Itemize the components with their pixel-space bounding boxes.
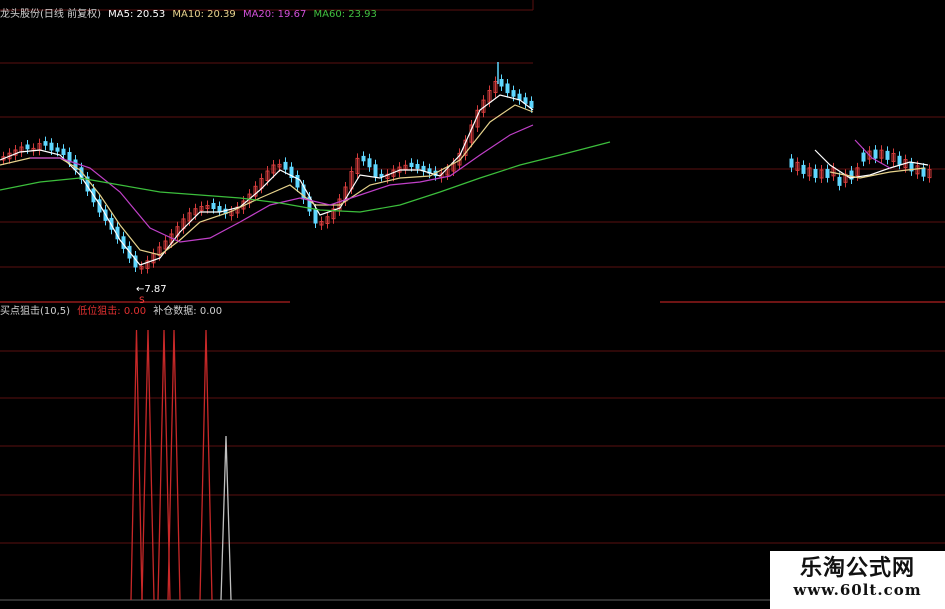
watermark-title: 乐淘公式网 <box>799 555 915 581</box>
candle-body <box>921 167 926 177</box>
signal-marker: S <box>139 296 145 306</box>
ma20-line <box>854 139 891 169</box>
indicator-name: 买点狙击(10,5) <box>0 306 71 317</box>
candle-body <box>43 141 48 146</box>
signal-spike <box>167 329 181 601</box>
candle-body <box>379 173 384 177</box>
candle-body <box>283 161 288 170</box>
watermark: 乐淘公式网 www.60lt.com <box>770 551 945 609</box>
low-signal-label: 低位狙击: 0.00 <box>77 306 147 317</box>
candle-body <box>415 164 420 169</box>
replenish-label: 补仓数据: 0.00 <box>153 306 223 317</box>
stock-name: 龙头股份(日线 前复权) <box>0 9 101 20</box>
moving-averages <box>0 94 929 266</box>
candle-body <box>409 162 414 168</box>
low-price-label: ←7.87 <box>136 284 167 295</box>
candle-body <box>801 164 806 174</box>
signal-spike <box>220 435 232 601</box>
candle-body <box>313 208 318 224</box>
signal-spike <box>157 329 171 601</box>
candle-body <box>211 203 216 209</box>
candle-body <box>373 164 378 177</box>
candle-body <box>529 100 534 109</box>
price-legend: 龙头股份(日线 前复权) MA5: 20.53 MA10: 20.39 MA20… <box>0 9 381 21</box>
candle-body <box>55 147 60 152</box>
signal-spike <box>130 329 143 601</box>
signal-spike <box>199 329 213 601</box>
candle-body <box>295 175 300 188</box>
ma20-label: MA20: 19.67 <box>242 9 307 20</box>
candle-body <box>523 97 528 104</box>
candle-body <box>367 158 372 168</box>
candle-body <box>897 155 902 165</box>
stock-chart: ←7.87 S <box>0 0 945 601</box>
candle-body <box>885 150 890 160</box>
candle-body <box>49 142 54 151</box>
candle-body <box>873 149 878 159</box>
candle-body <box>505 83 510 94</box>
ma5-label: MA5: 20.53 <box>108 9 166 20</box>
candle-body <box>789 158 794 168</box>
candle-body <box>837 176 842 186</box>
candle-body <box>61 148 66 155</box>
signal-spike <box>141 329 155 601</box>
indicator-legend: 买点狙击(10,5) 低位狙击: 0.00 补仓数据: 0.00 <box>0 306 226 318</box>
candle-body <box>25 144 30 150</box>
ma60-label: MA60: 23.93 <box>313 9 377 20</box>
indicator-spikes <box>130 329 232 601</box>
candle-body <box>517 93 522 101</box>
candlesticks <box>1 62 932 274</box>
candle-body <box>217 206 222 212</box>
candle-body <box>499 79 504 87</box>
candle-body <box>825 168 830 178</box>
candle-body <box>861 152 866 162</box>
candle-body <box>511 90 516 97</box>
candle-body <box>361 155 366 162</box>
ma10-label: MA10: 20.39 <box>172 9 236 20</box>
candle-body <box>813 168 818 178</box>
watermark-url: www.60lt.com <box>793 581 922 599</box>
